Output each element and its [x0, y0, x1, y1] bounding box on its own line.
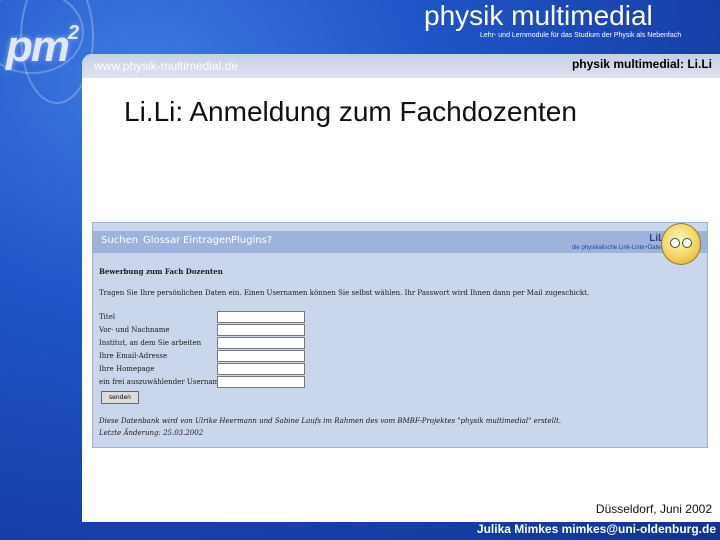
label-email: Ihre Email-Adresse [99, 352, 168, 360]
pm2-logo: pm2 [6, 22, 79, 71]
brand-title: physik multimedial [424, 0, 653, 31]
label-homepage: Ihre Homepage [99, 365, 155, 373]
embedded-screenshot: Suchen Glossar Eintragen Plugins? LiLi d… [92, 222, 708, 448]
nav-plugins[interactable]: Plugins? [231, 235, 272, 246]
input-homepage[interactable] [217, 363, 305, 375]
form-intro: Tragen Sie Ihre persönlichen Daten ein. … [99, 289, 590, 297]
site-url[interactable]: www.physik-multimedial.de [94, 59, 238, 73]
footer-author: Julika Mimkes mimkes@uni-oldenburg.de [476, 522, 716, 536]
section-label: physik multimedial: Li.Li [571, 57, 712, 71]
label-institut: Institut, an dem Sie arbeiten [99, 339, 202, 347]
nav-eintragen[interactable]: Eintragen [183, 235, 231, 246]
last-change: Letzte Änderung: 25.03.2002 [99, 429, 204, 437]
credit-text: Diese Datenbank wird von Ulrike Heermann… [99, 417, 562, 425]
mascot-icon [661, 223, 701, 265]
input-name[interactable] [217, 324, 305, 336]
brand-tagline: Lehr- und Lernmodule für das Studium der… [480, 32, 682, 39]
input-titel[interactable] [217, 311, 305, 323]
label-name: Vor- und Nachname [99, 326, 170, 334]
input-username[interactable] [217, 376, 305, 388]
nav-glossar[interactable]: Glossar [143, 235, 180, 246]
footer-place-date: Düsseldorf, Juni 2002 [595, 502, 712, 516]
input-institut[interactable] [217, 337, 305, 349]
form-heading: Bewerbung zum Fach Dozenten [99, 267, 223, 276]
submit-button[interactable]: senden [101, 391, 139, 404]
nav-suchen[interactable]: Suchen [101, 235, 138, 246]
label-titel: Titel [99, 313, 116, 321]
label-username: ein frei auszuwählender Username [99, 378, 224, 386]
slide-title: Li.Li: Anmeldung zum Fachdozenten [124, 96, 577, 127]
input-email[interactable] [217, 350, 305, 362]
